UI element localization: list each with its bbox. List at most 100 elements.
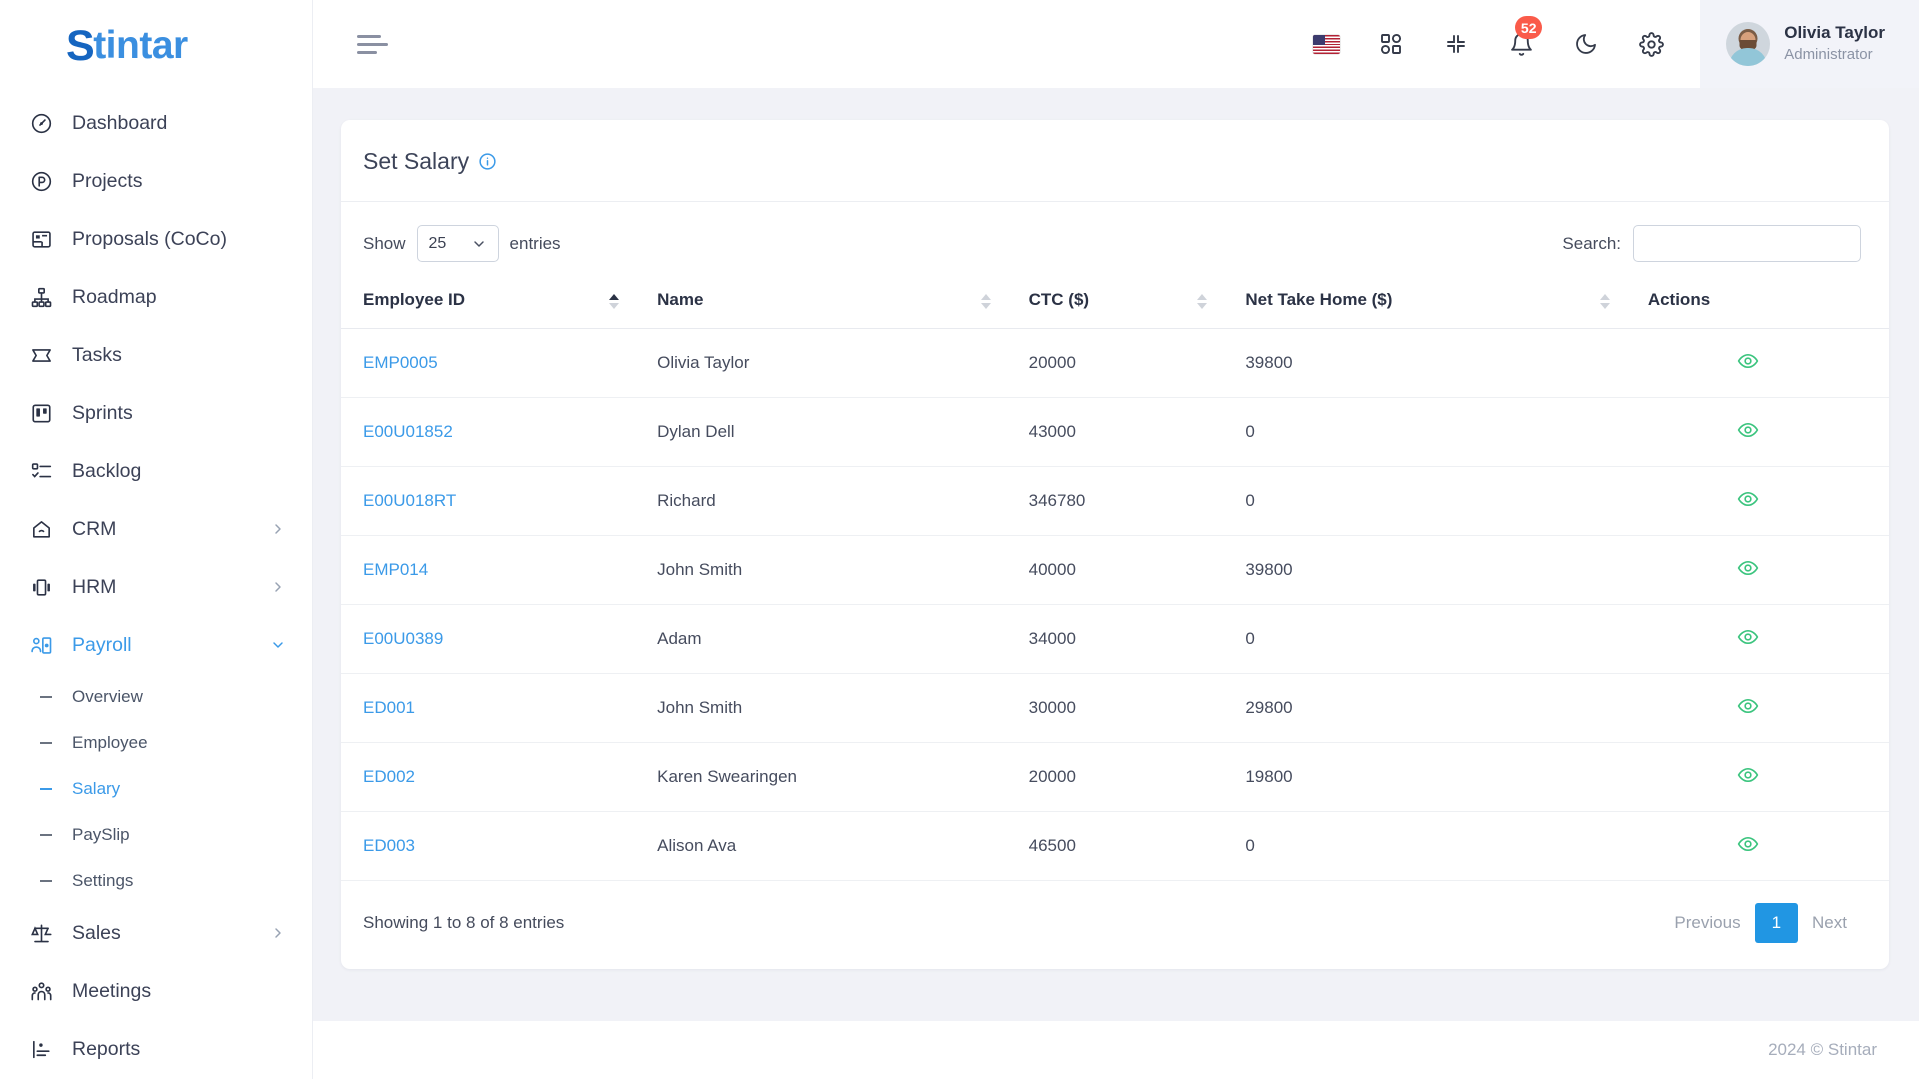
set-salary-card: Set Salary Show 25 entries Search: Emplo… <box>341 120 1889 969</box>
sidebar-subitem-settings[interactable]: Settings <box>0 858 312 904</box>
sidebar-item-projects[interactable]: Projects <box>0 152 312 210</box>
employee-id-link[interactable]: ED001 <box>363 698 415 717</box>
cell-actions <box>1625 811 1889 881</box>
table-row: ED003 Alison Ava 46500 0 <box>341 811 1889 881</box>
cell-name: Adam <box>635 604 1007 674</box>
sidebar-subitem-label: Employee <box>72 733 148 752</box>
employee-id-link[interactable]: E00U01852 <box>363 422 453 441</box>
sidebar-item-hrm[interactable]: HRM <box>0 558 312 616</box>
page-size-select[interactable]: 25 <box>416 225 499 262</box>
pagination-next[interactable]: Next <box>1798 904 1861 942</box>
sidebar-subitem-employee[interactable]: Employee <box>0 720 312 766</box>
cell-name: Richard <box>635 466 1007 536</box>
moon-icon[interactable] <box>1571 29 1601 59</box>
employee-id-link[interactable]: ED002 <box>363 767 415 786</box>
eye-icon[interactable] <box>1736 556 1760 580</box>
sidebar-item-payroll[interactable]: Payroll <box>0 616 312 674</box>
sidebar-item-sales[interactable]: Sales <box>0 904 312 962</box>
column-header-label: CTC ($) <box>1028 290 1090 309</box>
payroll-icon <box>28 632 54 658</box>
cell-ctc: 43000 <box>1006 397 1224 467</box>
tasks-icon <box>28 342 54 368</box>
sidebar-subitem-salary[interactable]: Salary <box>0 766 312 812</box>
sidebar-item-label: Tasks <box>72 343 122 366</box>
column-header-net-take-home[interactable]: Net Take Home ($) <box>1223 278 1626 329</box>
employee-id-link[interactable]: E00U0389 <box>363 629 443 648</box>
page-size-control: Show 25 entries <box>363 225 561 262</box>
eye-icon[interactable] <box>1736 487 1760 511</box>
sidebar-item-sprints[interactable]: Sprints <box>0 384 312 442</box>
bell-icon[interactable]: 52 <box>1506 16 1543 59</box>
employee-id-link[interactable]: ED003 <box>363 836 415 855</box>
sidebar-item-label: HRM <box>72 575 117 598</box>
cell-actions <box>1625 742 1889 812</box>
sidebar-item-meetings[interactable]: Meetings <box>0 962 312 1020</box>
column-header-ctc[interactable]: CTC ($) <box>1006 278 1224 329</box>
cell-net-take-home: 19800 <box>1223 742 1626 812</box>
column-header-label: Actions <box>1647 290 1711 309</box>
user-menu[interactable]: Olivia Taylor Administrator <box>1700 0 1919 88</box>
us-flag-icon[interactable] <box>1311 29 1341 59</box>
cell-actions <box>1625 397 1889 467</box>
eye-icon[interactable] <box>1736 418 1760 442</box>
cell-employee-id: E00U018RT <box>341 466 636 536</box>
chevron-right-icon <box>270 579 286 595</box>
compress-icon[interactable] <box>1441 29 1471 59</box>
eye-icon[interactable] <box>1736 832 1760 856</box>
sidebar-item-label: Projects <box>72 169 143 192</box>
employee-id-link[interactable]: EMP0005 <box>363 353 438 372</box>
sidebar-subitem-label: Salary <box>72 779 121 798</box>
sidebar-item-crm[interactable]: CRM <box>0 500 312 558</box>
sidebar-item-label: CRM <box>72 517 117 540</box>
table-row: EMP0005 Olivia Taylor 20000 39800 <box>341 328 1889 398</box>
sidebar-item-backlog[interactable]: Backlog <box>0 442 312 500</box>
cell-name: Olivia Taylor <box>635 328 1007 398</box>
page-size-value: 25 <box>428 234 447 252</box>
cell-employee-id: ED001 <box>341 673 636 743</box>
table-row: ED002 Karen Swearingen 20000 19800 <box>341 742 1889 812</box>
reports-icon <box>28 1036 54 1062</box>
sidebar-item-tasks[interactable]: Tasks <box>0 326 312 384</box>
sidebar-item-roadmap[interactable]: Roadmap <box>0 268 312 326</box>
search-input[interactable] <box>1633 225 1861 262</box>
cell-actions <box>1625 328 1889 398</box>
cell-name: John Smith <box>635 535 1007 605</box>
cell-employee-id: EMP014 <box>341 535 636 605</box>
dash-icon <box>40 834 52 836</box>
eye-icon[interactable] <box>1736 763 1760 787</box>
cell-net-take-home: 39800 <box>1223 535 1626 605</box>
sidebar-item-reports[interactable]: Reports <box>0 1020 312 1078</box>
info-circle-icon[interactable] <box>478 152 497 171</box>
brand-logo[interactable]: Stintar <box>0 0 312 88</box>
apps-grid-icon[interactable] <box>1376 29 1406 59</box>
eye-icon[interactable] <box>1736 349 1760 373</box>
sidebar-item-label: Payroll <box>72 633 132 656</box>
table-toolbar: Show 25 entries Search: <box>341 202 1889 262</box>
column-header-label: Net Take Home ($) <box>1245 290 1393 309</box>
sidebar-item-label: Backlog <box>72 459 142 482</box>
show-label: Show <box>363 233 406 253</box>
pagination: Previous 1 Next <box>1660 903 1861 943</box>
cell-employee-id: E00U01852 <box>341 397 636 467</box>
header-actions: 52 <box>1311 16 1700 59</box>
eye-icon[interactable] <box>1736 625 1760 649</box>
eye-icon[interactable] <box>1736 694 1760 718</box>
sidebar-subitem-payslip[interactable]: PaySlip <box>0 812 312 858</box>
column-header-employee-id[interactable]: Employee ID <box>341 278 636 329</box>
cell-actions <box>1625 535 1889 605</box>
sidebar-item-dashboard[interactable]: Dashboard <box>0 94 312 152</box>
pagination-previous[interactable]: Previous <box>1660 904 1754 942</box>
cell-actions <box>1625 604 1889 674</box>
sidebar-item-proposals-coco[interactable]: Proposals (CoCo) <box>0 210 312 268</box>
column-header-name[interactable]: Name <box>635 278 1007 329</box>
pagination-page-1[interactable]: 1 <box>1754 903 1799 943</box>
chevron-right-icon <box>270 925 286 941</box>
employee-id-link[interactable]: E00U018RT <box>363 491 456 510</box>
sales-icon <box>28 920 54 946</box>
table-row: ED001 John Smith 30000 29800 <box>341 673 1889 743</box>
employee-id-link[interactable]: EMP014 <box>363 560 428 579</box>
cell-ctc: 30000 <box>1006 673 1224 743</box>
gear-icon[interactable] <box>1636 29 1666 59</box>
menu-toggle-icon[interactable] <box>357 22 401 66</box>
sidebar-subitem-overview[interactable]: Overview <box>0 674 312 720</box>
